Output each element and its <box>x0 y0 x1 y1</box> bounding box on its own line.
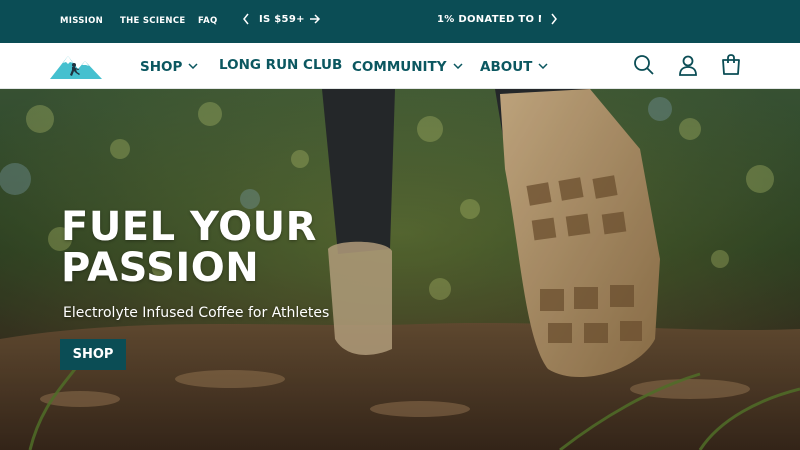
nav-long-run-club[interactable]: LONG RUN CLUB <box>219 57 342 73</box>
hero-title-line-2: PASSION <box>61 245 260 291</box>
mission-link[interactable]: MISSION <box>60 16 103 26</box>
nav-shop[interactable]: SHOP <box>140 57 198 75</box>
chevron-left-icon[interactable] <box>242 12 250 29</box>
promo-text-2: 1% DONATED TO N <box>437 14 541 25</box>
nav-long-run-club-label: LONG RUN CLUB <box>219 57 343 73</box>
hero-banner: FUEL YOUR PASSION Electrolyte Infused Co… <box>0 89 800 450</box>
chevron-right-icon[interactable] <box>550 12 558 29</box>
hero-shop-button[interactable]: SHOP <box>60 339 126 370</box>
the-science-link[interactable]: THE SCIENCE <box>120 16 185 26</box>
announcement-bar: MISSION THE SCIENCE FAQ IS $59+ 1% DONAT… <box>0 0 800 43</box>
nav-about[interactable]: ABOUT <box>480 57 548 75</box>
promo-text-1: IS $59+ <box>259 14 305 25</box>
faq-link[interactable]: FAQ <box>198 16 218 26</box>
account-icon[interactable] <box>676 53 700 77</box>
nav-shop-label: SHOP <box>140 59 183 75</box>
hero-subtitle: Electrolyte Infused Coffee for Athletes <box>63 305 330 321</box>
arrow-right-icon[interactable] <box>309 12 321 29</box>
cart-icon[interactable] <box>719 53 743 77</box>
chevron-down-icon <box>453 57 463 73</box>
nav-community-label: COMMUNITY <box>352 59 447 75</box>
nav-about-label: ABOUT <box>480 59 533 75</box>
mountain-runner-logo[interactable] <box>50 52 102 80</box>
chevron-down-icon <box>188 57 198 73</box>
search-icon[interactable] <box>632 53 656 77</box>
hero-title-line-1: FUEL YOUR <box>61 204 317 250</box>
chevron-down-icon <box>538 57 548 73</box>
site-header: SHOP LONG RUN CLUB COMMUNITY ABOUT <box>0 43 800 89</box>
nav-community[interactable]: COMMUNITY <box>352 57 463 75</box>
hero-title: FUEL YOUR PASSION <box>61 207 317 289</box>
